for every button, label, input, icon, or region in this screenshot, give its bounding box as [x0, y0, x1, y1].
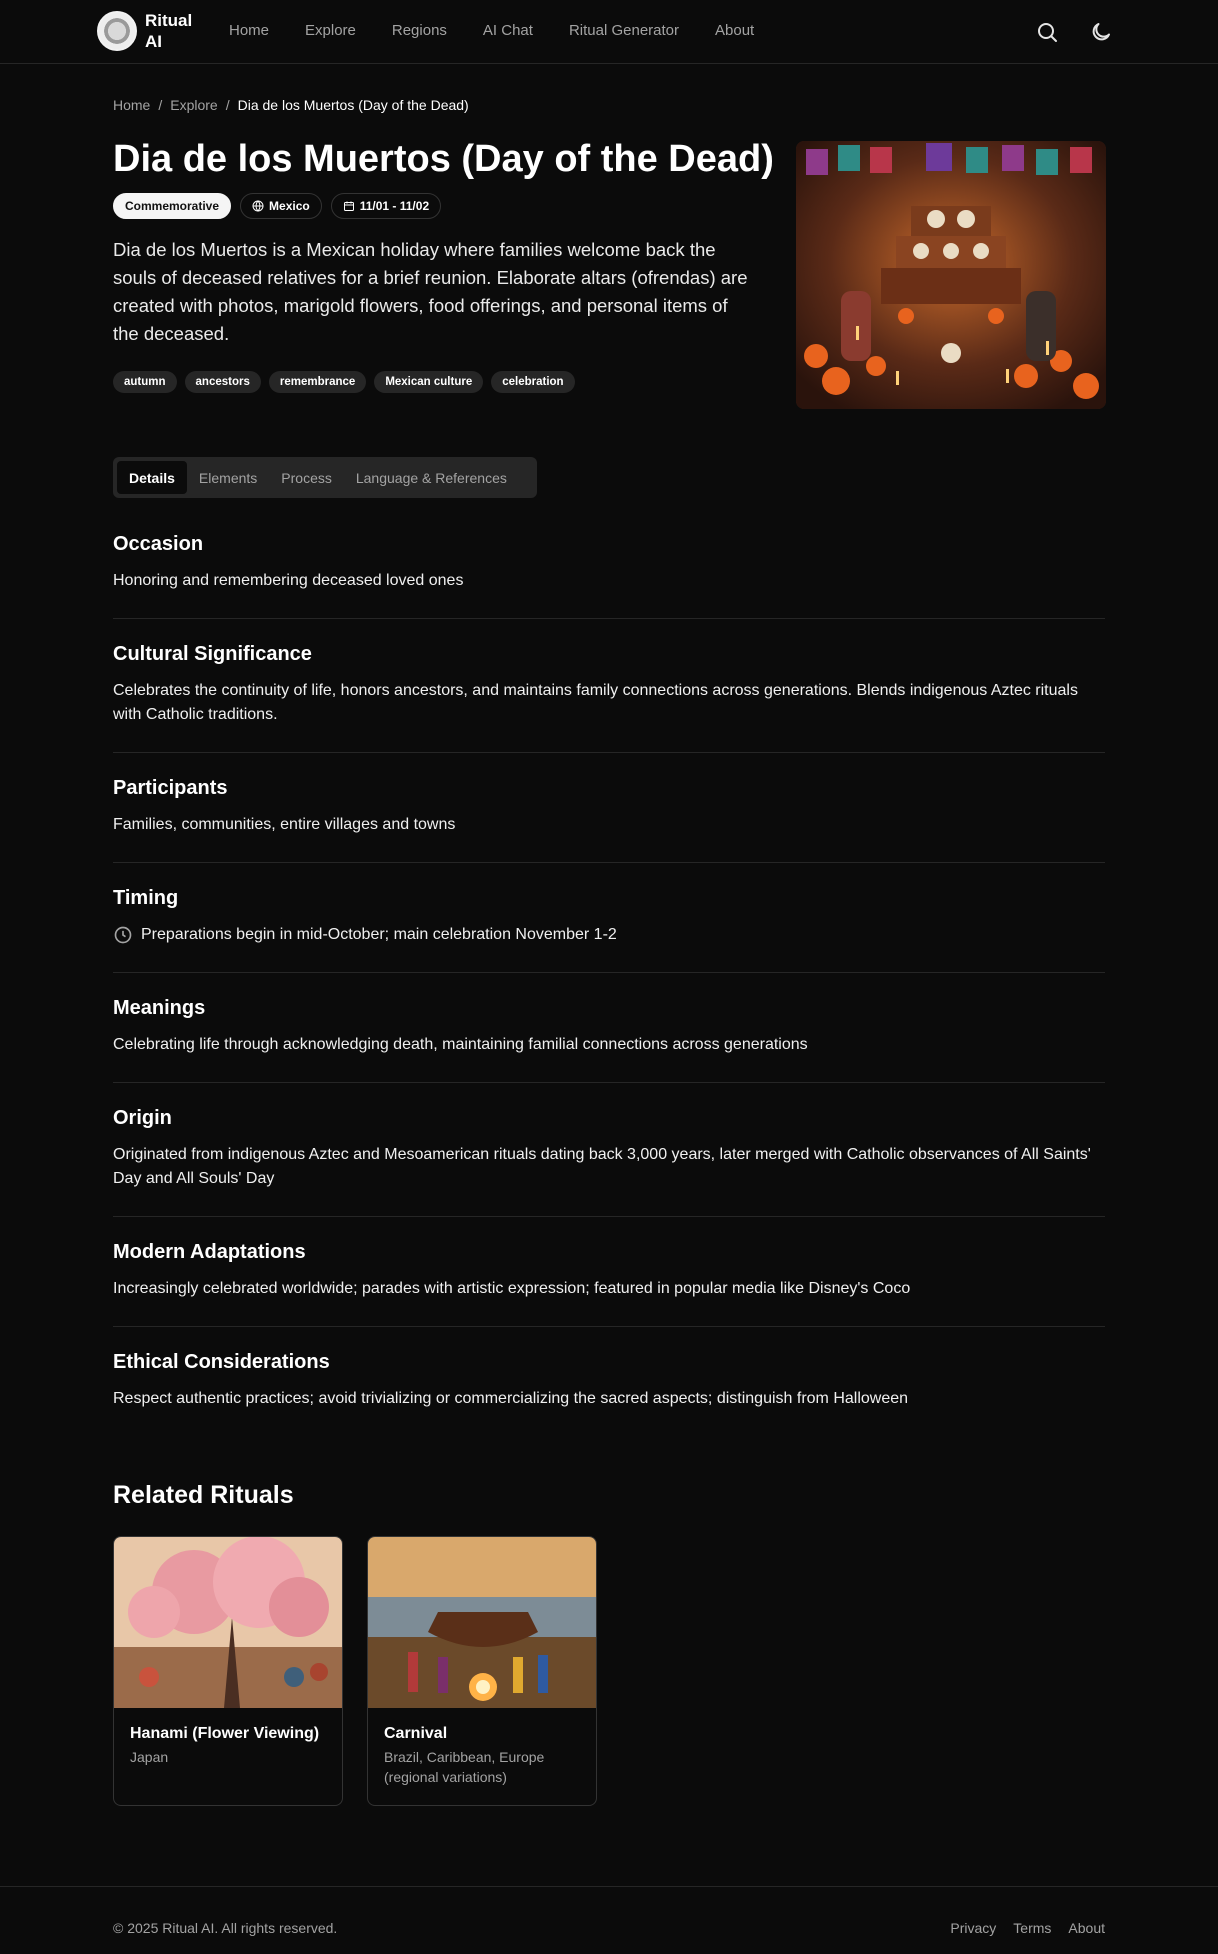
copyright: © 2025 Ritual AI. All rights reserved.	[113, 1920, 338, 1936]
section-text: Increasingly celebrated worldwide; parad…	[113, 1280, 911, 1297]
related-rituals: Hanami (Flower Viewing) Japan Carnival B…	[113, 1536, 597, 1806]
related-card-subtitle: Brazil, Caribbean, Europe (regional vari…	[384, 1749, 545, 1785]
tab-details[interactable]: Details	[117, 461, 187, 494]
section-text-row: Preparations begin in mid-October; main …	[113, 923, 1105, 947]
tag[interactable]: ancestors	[184, 371, 261, 393]
ritual-description: Dia de los Muertos is a Mexican holiday …	[113, 239, 748, 344]
brand-name: Ritual AI	[145, 11, 193, 51]
ritual-hero-image	[796, 141, 1106, 409]
tag[interactable]: remembrance	[268, 371, 367, 393]
section-occasion: Occasion Honoring and remembering deceas…	[113, 531, 1105, 619]
section-timing: Timing Preparations begin in mid-October…	[113, 885, 1105, 973]
section-participants: Participants Families, communities, enti…	[113, 775, 1105, 863]
nav-home[interactable]: Home	[211, 22, 287, 39]
related-heading: Related Rituals	[113, 1481, 294, 1509]
related-card-image	[368, 1537, 596, 1708]
breadcrumb: Home / Explore / Dia de los Muertos (Day…	[113, 97, 469, 113]
section-text: Celebrates the continuity of life, honor…	[113, 682, 1078, 723]
tab-elements[interactable]: Elements	[187, 461, 269, 494]
brand-logo	[97, 11, 137, 51]
breadcrumb-separator: /	[158, 97, 163, 113]
moon-icon[interactable]	[1089, 20, 1113, 44]
section-origin: Origin Originated from indigenous Aztec …	[113, 1105, 1105, 1217]
tag[interactable]: Mexican culture	[374, 371, 484, 393]
nav-ritual-generator[interactable]: Ritual Generator	[551, 22, 697, 39]
related-card-title: Carnival	[384, 1725, 448, 1742]
clock-icon	[114, 926, 132, 944]
section-meanings: Meanings Celebrating life through acknow…	[113, 995, 1105, 1083]
section-text: Preparations begin in mid-October; main …	[141, 926, 617, 943]
section-text: Honoring and remembering deceased loved …	[113, 572, 464, 589]
top-navigation-bar: Ritual AI Home Explore Regions AI Chat R…	[0, 0, 1218, 64]
ritual-tabs: Details Elements Process Language & Refe…	[113, 457, 537, 498]
section-heading: Timing	[113, 887, 179, 909]
calendar-icon	[343, 201, 354, 211]
section-heading: Occasion	[113, 533, 204, 555]
tag[interactable]: autumn	[113, 371, 177, 393]
tag-list: autumn ancestors remembrance Mexican cul…	[113, 371, 575, 393]
section-heading: Meanings	[113, 997, 206, 1019]
footer-link-about[interactable]: About	[1068, 1920, 1105, 1936]
section-text: Originated from indigenous Aztec and Mes…	[113, 1146, 1091, 1187]
nav-ai-chat[interactable]: AI Chat	[465, 22, 551, 39]
region-badge: Mexico	[240, 193, 322, 219]
section-ethical-considerations: Ethical Considerations Respect authentic…	[113, 1349, 1105, 1436]
tab-language-references[interactable]: Language & References	[344, 461, 519, 494]
tag[interactable]: celebration	[491, 371, 575, 393]
region-label: Mexico	[269, 199, 310, 213]
nav-regions[interactable]: Regions	[374, 22, 465, 39]
related-card-hanami[interactable]: Hanami (Flower Viewing) Japan	[113, 1536, 343, 1806]
related-card-image	[114, 1537, 342, 1708]
breadcrumb-current: Dia de los Muertos (Day of the Dead)	[237, 97, 469, 113]
section-text: Respect authentic practices; avoid trivi…	[113, 1390, 909, 1407]
related-card-subtitle: Japan	[130, 1749, 169, 1765]
breadcrumb-explore[interactable]: Explore	[170, 97, 217, 113]
footer-link-privacy[interactable]: Privacy	[950, 1920, 996, 1936]
section-heading: Ethical Considerations	[113, 1351, 330, 1373]
dates-badge: 11/01 - 11/02	[330, 193, 442, 219]
section-heading: Modern Adaptations	[113, 1241, 306, 1263]
ritual-meta: Commemorative Mexico 11/01 - 11/02	[113, 193, 442, 219]
globe-icon	[252, 200, 264, 212]
related-card-title: Hanami (Flower Viewing)	[130, 1725, 320, 1742]
section-text: Celebrating life through acknowledging d…	[113, 1036, 808, 1053]
dates-label: 11/01 - 11/02	[359, 199, 430, 213]
footer-link-terms[interactable]: Terms	[1013, 1920, 1051, 1936]
section-heading: Participants	[113, 777, 228, 799]
search-icon[interactable]	[1035, 20, 1059, 44]
main-nav: Home Explore Regions AI Chat Ritual Gene…	[211, 22, 772, 39]
nav-explore[interactable]: Explore	[287, 22, 374, 39]
section-cultural-significance: Cultural Significance Celebrates the con…	[113, 641, 1105, 753]
type-badge: Commemorative	[113, 193, 232, 219]
section-heading: Origin	[113, 1107, 172, 1129]
tab-process[interactable]: Process	[269, 461, 344, 494]
breadcrumb-home[interactable]: Home	[113, 97, 150, 113]
page-title: Dia de los Muertos (Day of the Dead)	[113, 138, 774, 180]
related-card-carnival[interactable]: Carnival Brazil, Caribbean, Europe (regi…	[367, 1536, 597, 1806]
footer-links: Privacy Terms About	[950, 1920, 1105, 1936]
footer: © 2025 Ritual AI. All rights reserved. P…	[0, 1886, 1218, 1954]
section-heading: Cultural Significance	[113, 643, 312, 665]
section-modern-adaptations: Modern Adaptations Increasingly celebrat…	[113, 1239, 1105, 1327]
nav-about[interactable]: About	[697, 22, 772, 39]
breadcrumb-separator: /	[225, 97, 230, 113]
section-text: Families, communities, entire villages a…	[113, 816, 456, 833]
brand-home-link[interactable]: Ritual AI	[97, 10, 195, 52]
details-panel: Occasion Honoring and remembering deceas…	[113, 531, 1105, 1458]
